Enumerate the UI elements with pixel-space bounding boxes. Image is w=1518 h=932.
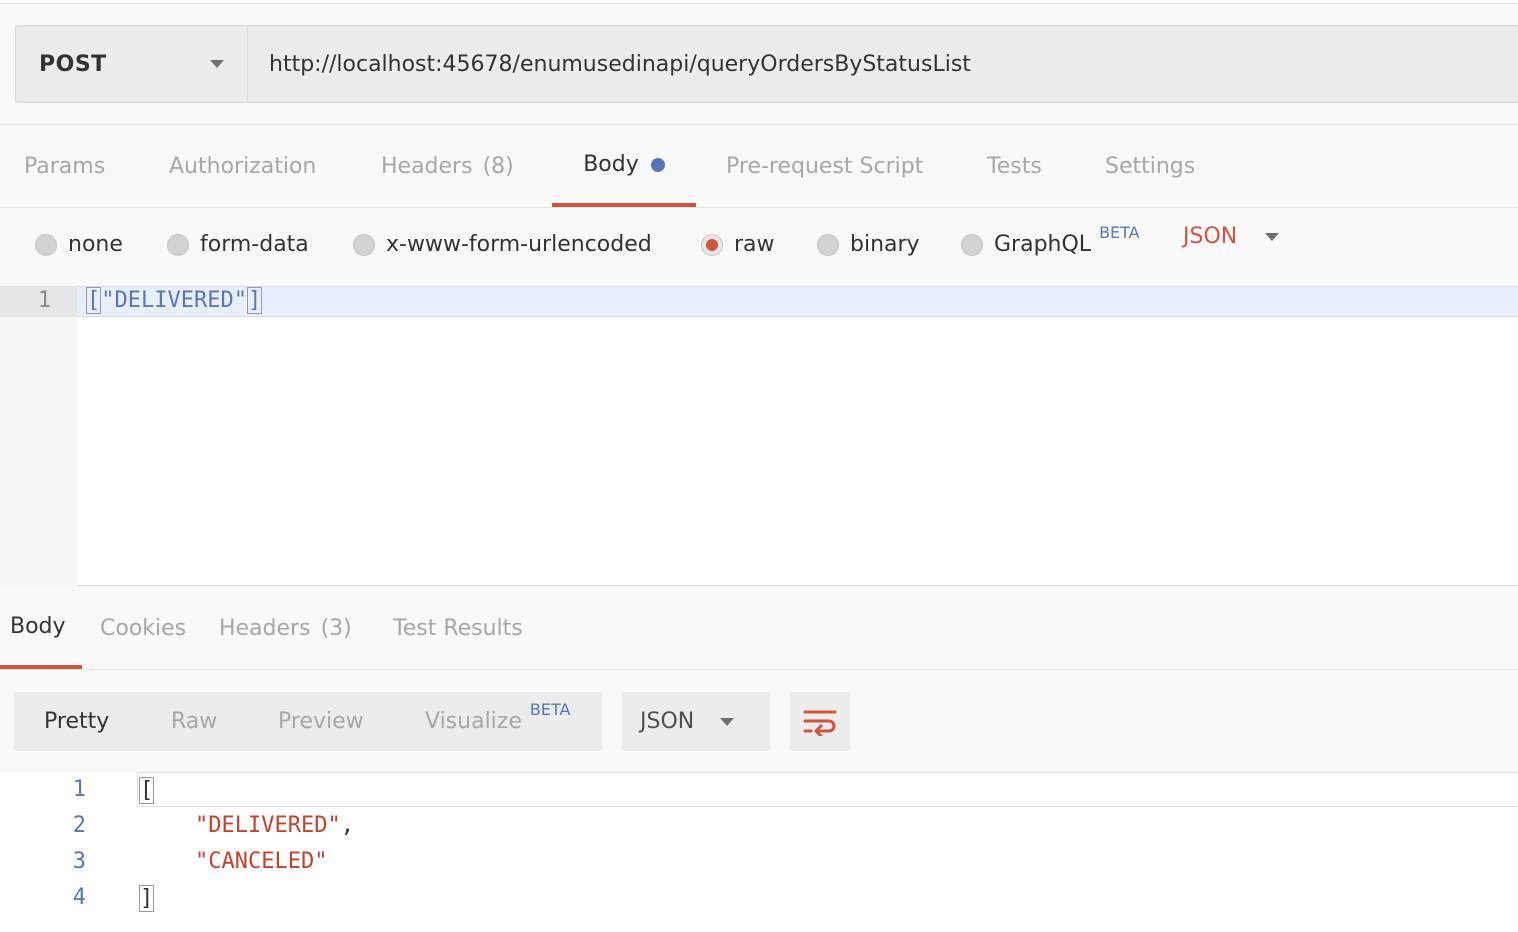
resp-tab-cookies[interactable]: Cookies — [100, 587, 186, 669]
tab-body[interactable]: Body — [552, 126, 696, 207]
tab-params[interactable]: Params — [24, 126, 105, 207]
radio-icon — [353, 233, 375, 256]
view-visualize[interactable]: Visualize BETA — [425, 692, 570, 751]
radio-icon — [961, 233, 983, 256]
chevron-down-icon — [210, 60, 224, 68]
view-pretty[interactable]: Pretty — [44, 692, 109, 751]
tab-tests[interactable]: Tests — [987, 126, 1042, 207]
response-view-group: Pretty Raw Preview Visualize BETA — [14, 692, 602, 751]
radio-icon — [167, 233, 189, 256]
method-select[interactable]: POST — [16, 26, 248, 102]
chevron-down-icon — [720, 717, 735, 726]
tab-headers[interactable]: Headers (8) — [381, 126, 514, 207]
bracket-open: [ — [86, 287, 102, 314]
beta-badge: BETA — [1099, 223, 1140, 242]
body-type-binary[interactable]: binary — [817, 232, 920, 257]
bracket-close: ] — [139, 885, 155, 912]
body-type-form-data[interactable]: form-data — [167, 232, 309, 257]
radio-icon — [817, 233, 839, 256]
view-raw[interactable]: Raw — [171, 692, 217, 751]
resp-tab-test-results[interactable]: Test Results — [393, 587, 523, 669]
line-number: 3 — [72, 849, 86, 874]
request-bar: POST http://localhost:45678/enumusedinap… — [15, 25, 1518, 103]
radio-icon — [35, 233, 57, 256]
headers-count: (8) — [482, 154, 514, 179]
bracket-open: [ — [139, 777, 155, 804]
line-number: 4 — [72, 885, 86, 910]
top-strip — [0, 0, 1518, 4]
comma: , — [340, 813, 354, 838]
method-label: POST — [39, 51, 107, 77]
response-body-viewer[interactable]: 1 2 3 4 [ "DELIVERED", "CANCELED" ] — [0, 772, 1518, 932]
body-type-graphql[interactable]: GraphQL BETA — [961, 223, 1140, 257]
active-line-highlight — [137, 772, 1518, 807]
view-preview[interactable]: Preview — [278, 692, 364, 751]
resp-headers-count: (3) — [320, 615, 352, 641]
raw-format-select[interactable]: JSON — [1183, 224, 1280, 249]
tab-settings[interactable]: Settings — [1105, 126, 1195, 207]
line-number: 1 — [72, 777, 86, 802]
line-number: 1 — [37, 288, 51, 313]
bracket-close: ] — [246, 287, 263, 314]
string-value: "DELIVERED" — [101, 288, 247, 313]
wrap-lines-button[interactable] — [790, 692, 850, 751]
string-value: "DELIVERED" — [195, 813, 341, 838]
request-body-editor[interactable]: 1 ["DELIVERED"] — [0, 286, 1518, 586]
divider — [0, 124, 1518, 125]
string-value: "CANCELED" — [195, 849, 328, 874]
active-line-highlight — [77, 286, 1518, 317]
body-type-none[interactable]: none — [35, 232, 123, 257]
modified-dot-icon — [650, 157, 665, 172]
chevron-down-icon — [1265, 232, 1280, 241]
resp-tab-body[interactable]: Body — [0, 587, 82, 669]
request-tabs: Params Authorization Headers (8) Body Pr… — [0, 126, 1518, 208]
code-line: ["DELIVERED"] — [86, 287, 263, 314]
line-number: 2 — [72, 813, 86, 838]
url-input[interactable]: http://localhost:45678/enumusedinapi/que… — [248, 26, 1518, 102]
tab-pre-request-script[interactable]: Pre-request Script — [726, 126, 923, 207]
tab-authorization[interactable]: Authorization — [169, 126, 316, 207]
resp-tab-headers[interactable]: Headers (3) — [219, 587, 352, 669]
code-line: "DELIVERED", — [195, 813, 354, 838]
body-type-urlencoded[interactable]: x-www-form-urlencoded — [353, 232, 652, 257]
response-tabs: Body Cookies Headers (3) Test Results — [0, 587, 1518, 670]
body-type-raw[interactable]: raw — [701, 232, 775, 257]
line-gutter: 1 — [0, 286, 77, 586]
body-type-options: none form-data x-www-form-urlencoded raw… — [0, 208, 1518, 286]
response-format-select[interactable]: JSON — [622, 692, 770, 751]
wrap-lines-icon — [803, 710, 837, 736]
radio-checked-icon — [701, 233, 723, 256]
postman-request-window: POST http://localhost:45678/enumusedinap… — [0, 0, 1518, 932]
beta-badge: BETA — [529, 700, 571, 719]
